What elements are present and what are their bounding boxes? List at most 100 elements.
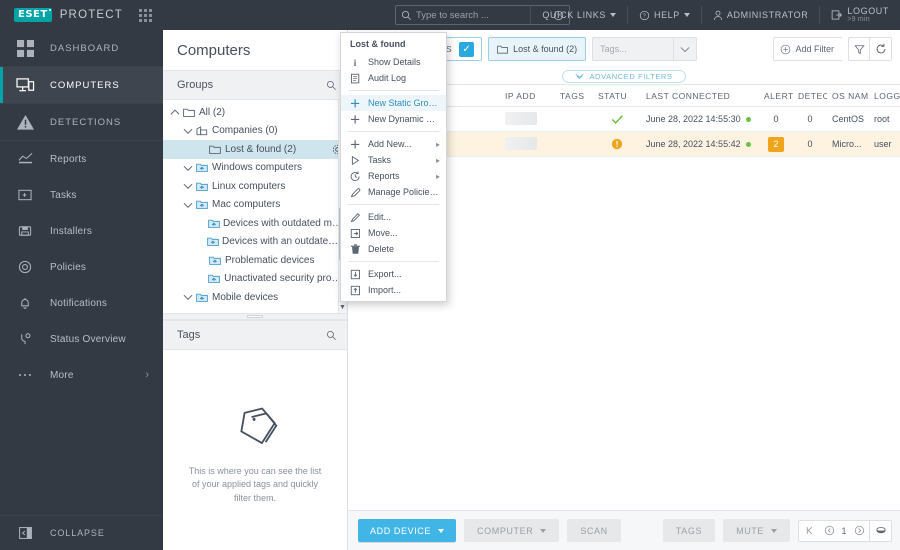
- group-filter-chip[interactable]: Lost & found (2): [488, 37, 587, 61]
- logout-button[interactable]: LOGOUT >9 min: [820, 0, 900, 30]
- move-icon: [350, 228, 361, 239]
- search-icon[interactable]: [326, 80, 337, 91]
- group-tree-item[interactable]: Windows computers: [163, 159, 347, 178]
- group-tree-item[interactable]: Mac computers: [163, 196, 347, 215]
- plus-icon: [350, 98, 361, 109]
- group-tree-item-label: All (2): [199, 106, 226, 118]
- context-menu-separator: [348, 90, 439, 91]
- eset-protect-window: ESET PROTECT ? QUICK LINKS ?: [0, 0, 900, 550]
- group-tree-item[interactable]: Lost & found (2): [163, 140, 347, 159]
- column-header-tags[interactable]: TAGS: [555, 84, 593, 107]
- group-tree-item[interactable]: Linux computers: [163, 177, 347, 196]
- computers-icon: [0, 77, 50, 94]
- pagination: 1: [798, 519, 892, 542]
- chevron-down-icon[interactable]: [182, 164, 194, 172]
- context-menu-item[interactable]: New Static Group...: [341, 95, 446, 111]
- context-menu-item[interactable]: Import...: [341, 282, 446, 298]
- page-prev-icon[interactable]: [819, 521, 839, 541]
- mute-label: MUTE: [736, 525, 764, 536]
- context-menu-item-label: Move...: [368, 228, 398, 238]
- sidebar-item-dashboard[interactable]: DASHBOARD: [0, 30, 163, 66]
- add-filter-button[interactable]: Add Filter: [773, 37, 842, 61]
- help-menu[interactable]: ? HELP: [628, 0, 701, 30]
- sidebar-item-more[interactable]: More ›: [0, 357, 163, 393]
- context-menu-separator: [348, 204, 439, 205]
- group-tree-item[interactable]: Companies (0): [163, 122, 347, 141]
- brand-logo[interactable]: ESET PROTECT: [0, 8, 123, 22]
- sidebar-item-status-overview[interactable]: Status Overview: [0, 321, 163, 357]
- chevron-down-icon[interactable]: [674, 46, 696, 53]
- groups-panel-title: Groups: [177, 79, 214, 91]
- tags-filter-select[interactable]: Tags...: [592, 37, 698, 61]
- cell-ip-address: [500, 131, 555, 157]
- folder-icon: [181, 107, 196, 118]
- advanced-filters-label: ADVANCED FILTERS: [589, 71, 673, 81]
- scan-button[interactable]: SCAN: [567, 519, 621, 542]
- group-tree-item[interactable]: Devices with an outdated operating sy...: [163, 233, 347, 252]
- group-tree-item-label: Windows computers: [212, 162, 303, 174]
- context-menu-item[interactable]: Edit...: [341, 209, 446, 225]
- collapse-sidebar-button[interactable]: COLLAPSE: [0, 515, 163, 550]
- sidebar-item-detections[interactable]: DETECTIONS: [0, 104, 163, 140]
- rows-per-page-icon[interactable]: [869, 520, 891, 541]
- scroll-down-arrow-icon[interactable]: ▼: [339, 303, 346, 312]
- administrator-menu[interactable]: ADMINISTRATOR: [702, 0, 819, 30]
- sidebar-item-label: Policies: [50, 261, 87, 273]
- mute-button[interactable]: MUTE: [723, 519, 790, 542]
- sidebar-item-notifications[interactable]: Notifications: [0, 285, 163, 321]
- group-tree-item[interactable]: Devices with outdated modules: [163, 214, 347, 233]
- context-menu-item[interactable]: Manage Policies...: [341, 184, 446, 200]
- sidebar-item-policies[interactable]: Policies: [0, 249, 163, 285]
- column-header-logged-user[interactable]: LOGGE: [869, 84, 900, 107]
- column-header-detections[interactable]: DETEC: [793, 84, 827, 107]
- tags-button[interactable]: TAGS: [662, 519, 716, 542]
- sidebar-item-installers[interactable]: Installers: [0, 213, 163, 249]
- context-menu-item[interactable]: Move...: [341, 225, 446, 241]
- funnel-icon[interactable]: [848, 37, 870, 61]
- audit-log-icon: [350, 73, 361, 84]
- panel-splitter[interactable]: [163, 313, 347, 320]
- refresh-icon[interactable]: [870, 37, 892, 61]
- group-tree-item[interactable]: Problematic devices: [163, 251, 347, 270]
- group-tree-item[interactable]: All (2): [163, 103, 347, 122]
- context-menu-item[interactable]: New Dynamic Group...: [341, 111, 446, 127]
- chevron-down-icon: [683, 13, 690, 17]
- context-menu-item[interactable]: Add New... ▸: [341, 136, 446, 152]
- add-device-button[interactable]: ADD DEVICE: [358, 519, 457, 542]
- column-header-os-name[interactable]: OS NAM: [827, 84, 869, 107]
- column-header-last-connected[interactable]: LAST CONNECTED: [641, 84, 759, 107]
- context-menu-item[interactable]: Reports ▸: [341, 168, 446, 184]
- context-menu-item[interactable]: Audit Log: [341, 70, 446, 86]
- column-header-ip-address[interactable]: IP ADD: [500, 84, 555, 107]
- advanced-filters-toggle[interactable]: ADVANCED FILTERS: [562, 69, 686, 83]
- chevron-down-icon[interactable]: [182, 182, 194, 190]
- apps-grid-icon[interactable]: [139, 8, 153, 22]
- context-menu-item[interactable]: i Show Details: [341, 54, 446, 70]
- computer-actions-button[interactable]: COMPUTER: [464, 519, 560, 542]
- search-icon[interactable]: [326, 330, 337, 341]
- context-menu-item[interactable]: Delete: [341, 241, 446, 257]
- page-first-icon[interactable]: [799, 521, 819, 541]
- context-menu-item[interactable]: Export...: [341, 266, 446, 282]
- group-tree-item[interactable]: Unactivated security product: [163, 270, 347, 289]
- groups-tree: All (2) Companies (0) Lost & found (2) Wind…: [163, 100, 347, 313]
- column-header-status[interactable]: STATU: [593, 84, 641, 107]
- group-tree-item[interactable]: Mobile devices: [163, 288, 347, 307]
- column-header-alerts[interactable]: ALERT: [759, 84, 793, 107]
- chevron-down-icon[interactable]: [182, 127, 194, 135]
- plus-icon: [350, 114, 361, 125]
- chevron-up-icon[interactable]: [169, 108, 181, 116]
- sidebar-item-tasks[interactable]: Tasks: [0, 177, 163, 213]
- quick-links-menu[interactable]: QUICK LINKS: [531, 0, 627, 30]
- groups-panel-header: Groups: [163, 70, 347, 100]
- brand-product-name: PROTECT: [59, 9, 124, 21]
- sidebar-item-reports[interactable]: Reports: [0, 141, 163, 177]
- chevron-down-icon[interactable]: [182, 201, 194, 209]
- cell-logged-user: root: [869, 106, 900, 132]
- page-next-icon[interactable]: [849, 521, 869, 541]
- chevron-down-icon[interactable]: [182, 293, 194, 301]
- sidebar-item-computers[interactable]: COMPUTERS: [0, 67, 163, 103]
- reports-chart-icon: [0, 152, 50, 166]
- checkbox-checked-icon[interactable]: ✓: [459, 41, 475, 57]
- context-menu-item[interactable]: Tasks ▸: [341, 152, 446, 168]
